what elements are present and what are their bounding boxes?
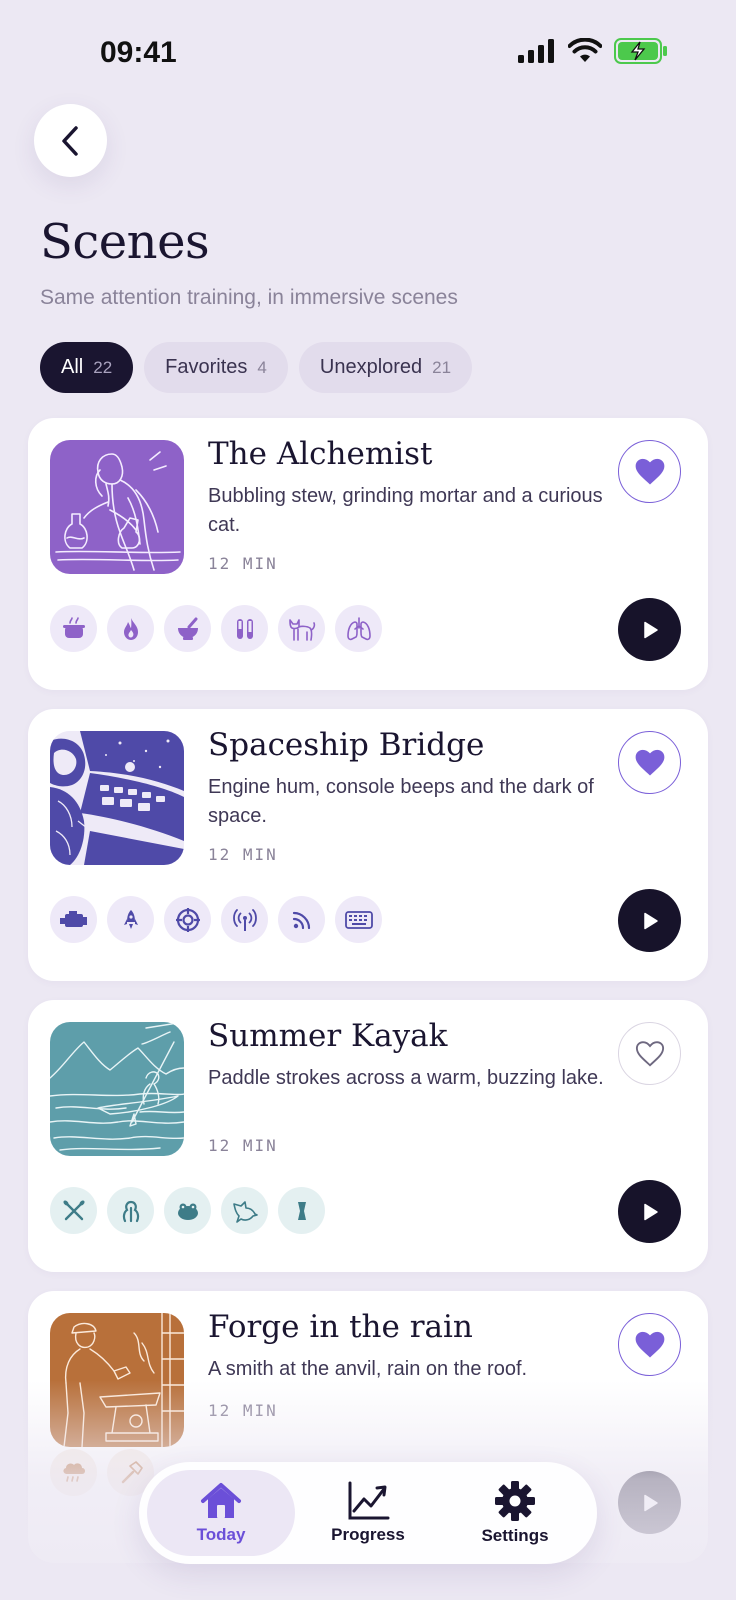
scene-description: Paddle strokes across a warm, buzzing la… [208, 1067, 604, 1089]
heart-filled-icon [635, 1331, 664, 1357]
test-tubes-icon [221, 605, 268, 652]
scene-title: The Alchemist [208, 436, 433, 472]
scene-thumbnail [50, 1022, 184, 1156]
filter-count: 22 [93, 357, 113, 377]
filter-label: Unexplored [319, 356, 423, 378]
scene-description: Engine hum, console beeps and the dark o… [208, 776, 594, 827]
filter-label: Favorites [165, 356, 248, 378]
cauldron-icon [50, 605, 97, 652]
bottom-tab-bar: Today Progress Settings [139, 1462, 597, 1564]
keyboard-icon [335, 896, 382, 943]
target-icon [164, 896, 211, 943]
sound-layers [50, 896, 382, 943]
scene-card-spaceship[interactable]: Spaceship Bridge Engine hum, console bee… [28, 709, 708, 981]
heart-filled-icon [635, 458, 664, 484]
engine-icon [50, 896, 97, 943]
filter-count: 21 [432, 357, 452, 377]
scene-duration: 12 MIN [208, 845, 278, 864]
back-button[interactable] [34, 104, 107, 177]
scene-thumbnail [50, 440, 184, 574]
favorite-button[interactable] [618, 731, 681, 794]
play-button[interactable] [618, 1471, 681, 1534]
bird-icon [221, 1187, 268, 1234]
scene-title: Summer Kayak [208, 1018, 448, 1054]
tab-label: Settings [481, 1526, 549, 1545]
tab-today[interactable]: Today [147, 1470, 295, 1556]
mortar-icon [164, 605, 211, 652]
spaceship-illustration [50, 731, 184, 865]
sound-layers [50, 1449, 154, 1496]
signal-icon [278, 896, 325, 943]
page-title: Scenes [40, 214, 210, 270]
status-bar: 09:41 [0, 0, 736, 100]
scene-title: Forge in the rain [208, 1309, 473, 1345]
scene-card-kayak[interactable]: Summer Kayak Paddle strokes across a war… [28, 1000, 708, 1272]
alchemist-illustration [55, 451, 181, 571]
home-icon [201, 1483, 241, 1518]
filter-label: All [61, 356, 84, 378]
play-icon [643, 621, 658, 638]
rain-cloud-icon [50, 1449, 97, 1496]
play-icon [643, 1494, 658, 1511]
filter-unexplored-chip[interactable]: Unexplored 21 [298, 342, 473, 393]
scene-title: Spaceship Bridge [208, 727, 485, 763]
chevron-left-icon [61, 125, 78, 156]
scene-description: Bubbling stew, grinding mortar and a cur… [208, 485, 603, 536]
favorite-button[interactable] [618, 1313, 681, 1376]
rocket-icon [107, 896, 154, 943]
flame-icon [107, 605, 154, 652]
paddles-icon [50, 1187, 97, 1234]
forge-illustration [63, 1313, 184, 1447]
play-button[interactable] [618, 598, 681, 661]
scene-thumbnail [50, 1313, 184, 1447]
scene-duration: 12 MIN [208, 554, 278, 573]
cellular-signal-icon [518, 39, 554, 63]
battery-charging-icon [614, 38, 667, 64]
sound-layers [50, 605, 382, 652]
cat-icon [278, 605, 325, 652]
tab-progress[interactable]: Progress [294, 1470, 442, 1556]
page-subtitle: Same attention training, in immersive sc… [40, 286, 458, 309]
kayak-illustration [50, 1022, 184, 1151]
tab-settings[interactable]: Settings [441, 1470, 589, 1556]
play-button[interactable] [618, 889, 681, 952]
antenna-icon [221, 896, 268, 943]
play-icon [643, 912, 658, 929]
status-time: 09:41 [100, 36, 177, 69]
status-icons [518, 38, 668, 64]
wifi-icon [568, 38, 602, 62]
frog-icon [164, 1187, 211, 1234]
scene-duration: 12 MIN [208, 1401, 278, 1420]
filter-chips: All 22 Favorites 4 Unexplored 21 [40, 342, 473, 393]
gear-icon [495, 1481, 535, 1521]
tab-label: Progress [331, 1525, 405, 1544]
play-icon [643, 1203, 658, 1220]
play-button[interactable] [618, 1180, 681, 1243]
scene-description: A smith at the anvil, rain on the roof. [208, 1358, 528, 1380]
tab-label: Today [196, 1525, 246, 1544]
lungs-icon [335, 605, 382, 652]
chart-icon [348, 1481, 390, 1520]
heart-filled-icon [635, 749, 664, 775]
bug-icon [278, 1187, 325, 1234]
scene-card-alchemist[interactable]: The Alchemist Bubbling stew, grinding mo… [28, 418, 708, 690]
favorite-button[interactable] [618, 440, 681, 503]
scene-duration: 12 MIN [208, 1136, 278, 1155]
scene-thumbnail [50, 731, 184, 865]
filter-count: 4 [257, 357, 267, 377]
sound-layers [50, 1187, 325, 1234]
filter-all-chip[interactable]: All 22 [40, 342, 134, 393]
insect-icon [107, 1187, 154, 1234]
heart-outline-icon [635, 1040, 664, 1067]
filter-favorites-chip[interactable]: Favorites 4 [144, 342, 288, 393]
favorite-button[interactable] [618, 1022, 681, 1085]
